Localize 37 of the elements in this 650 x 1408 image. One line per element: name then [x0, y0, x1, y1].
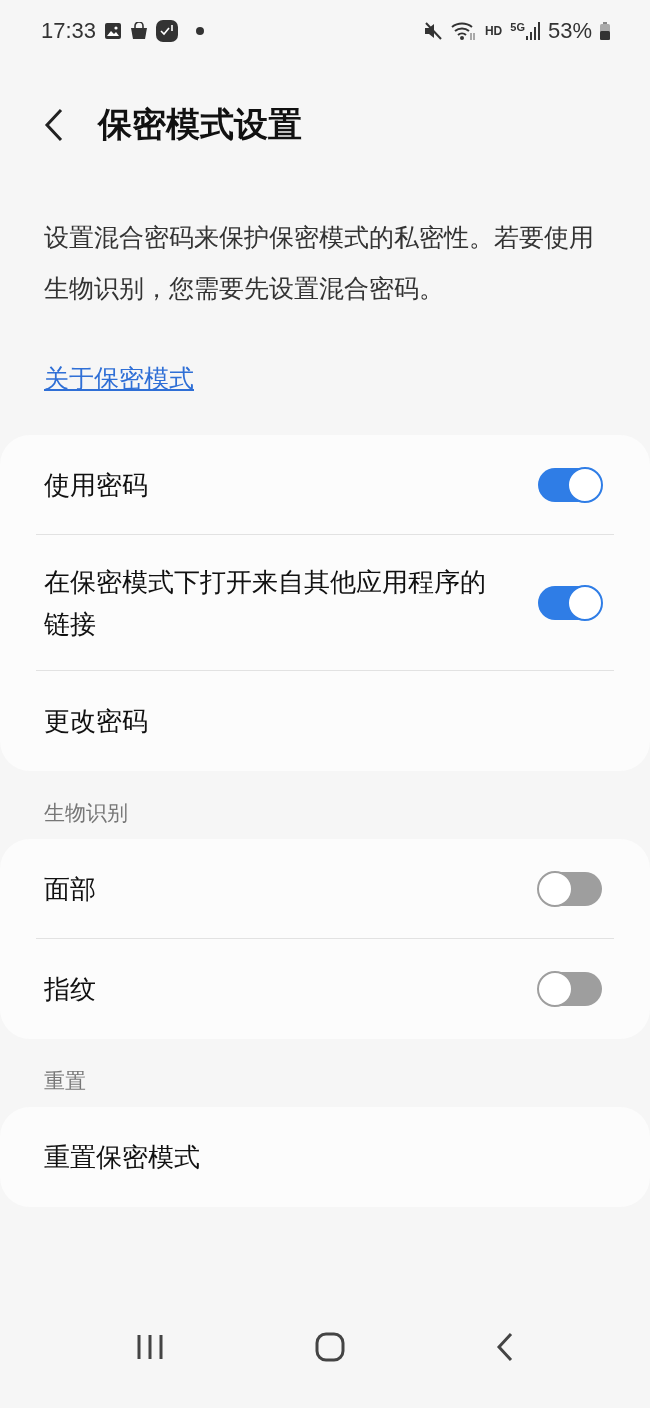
section-heading: 重置: [43, 1068, 87, 1095]
battery-icon: [600, 22, 610, 40]
recents-icon: [135, 1334, 164, 1360]
back-nav-icon: [496, 1332, 515, 1362]
dot-icon: [196, 27, 205, 35]
home-icon: [315, 1332, 345, 1362]
toggle-switch[interactable]: [538, 586, 602, 620]
back-icon: [44, 108, 64, 142]
item-label: 指纹: [44, 973, 97, 1006]
settings-item[interactable]: 面部: [0, 839, 614, 939]
item-label: 面部: [44, 873, 97, 906]
about-link[interactable]: 关于保密模式: [44, 362, 194, 395]
settings-item[interactable]: 使用密码: [0, 435, 614, 535]
item-label: 使用密码: [44, 469, 149, 502]
network-label: HD: [484, 24, 503, 38]
toggle-switch[interactable]: [538, 468, 602, 502]
settings-item[interactable]: 指纹: [0, 939, 614, 1039]
wifi-icon: [450, 21, 477, 41]
settings-item[interactable]: 更改密码: [0, 671, 614, 771]
bag-icon: [130, 22, 149, 40]
mute-icon: [422, 21, 443, 41]
item-label: 更改密码: [44, 705, 149, 738]
check-icon: [156, 20, 179, 42]
description-text: 设置混合密码来保护保密模式的私密性。若要使用生物识别，您需要先设置混合密码。: [43, 222, 595, 305]
toggle-switch[interactable]: [538, 972, 602, 1006]
signal-icon: [525, 21, 540, 41]
settings-item[interactable]: 重置保密模式: [0, 1107, 614, 1207]
settings-item[interactable]: 在保密模式下打开来自其他应用程序的链接: [0, 535, 614, 671]
item-label: 重置保密模式: [44, 1141, 201, 1174]
section-heading: 生物识别: [43, 800, 129, 827]
image-icon: [104, 22, 123, 40]
page-title: 保密模式设置: [98, 103, 302, 146]
signal-type: 5G: [510, 21, 525, 33]
status-time: 17:33: [41, 18, 97, 44]
battery-percent: 53%: [547, 18, 592, 44]
item-label: 在保密模式下打开来自其他应用程序的链接: [44, 566, 487, 641]
toggle-switch[interactable]: [538, 872, 602, 906]
